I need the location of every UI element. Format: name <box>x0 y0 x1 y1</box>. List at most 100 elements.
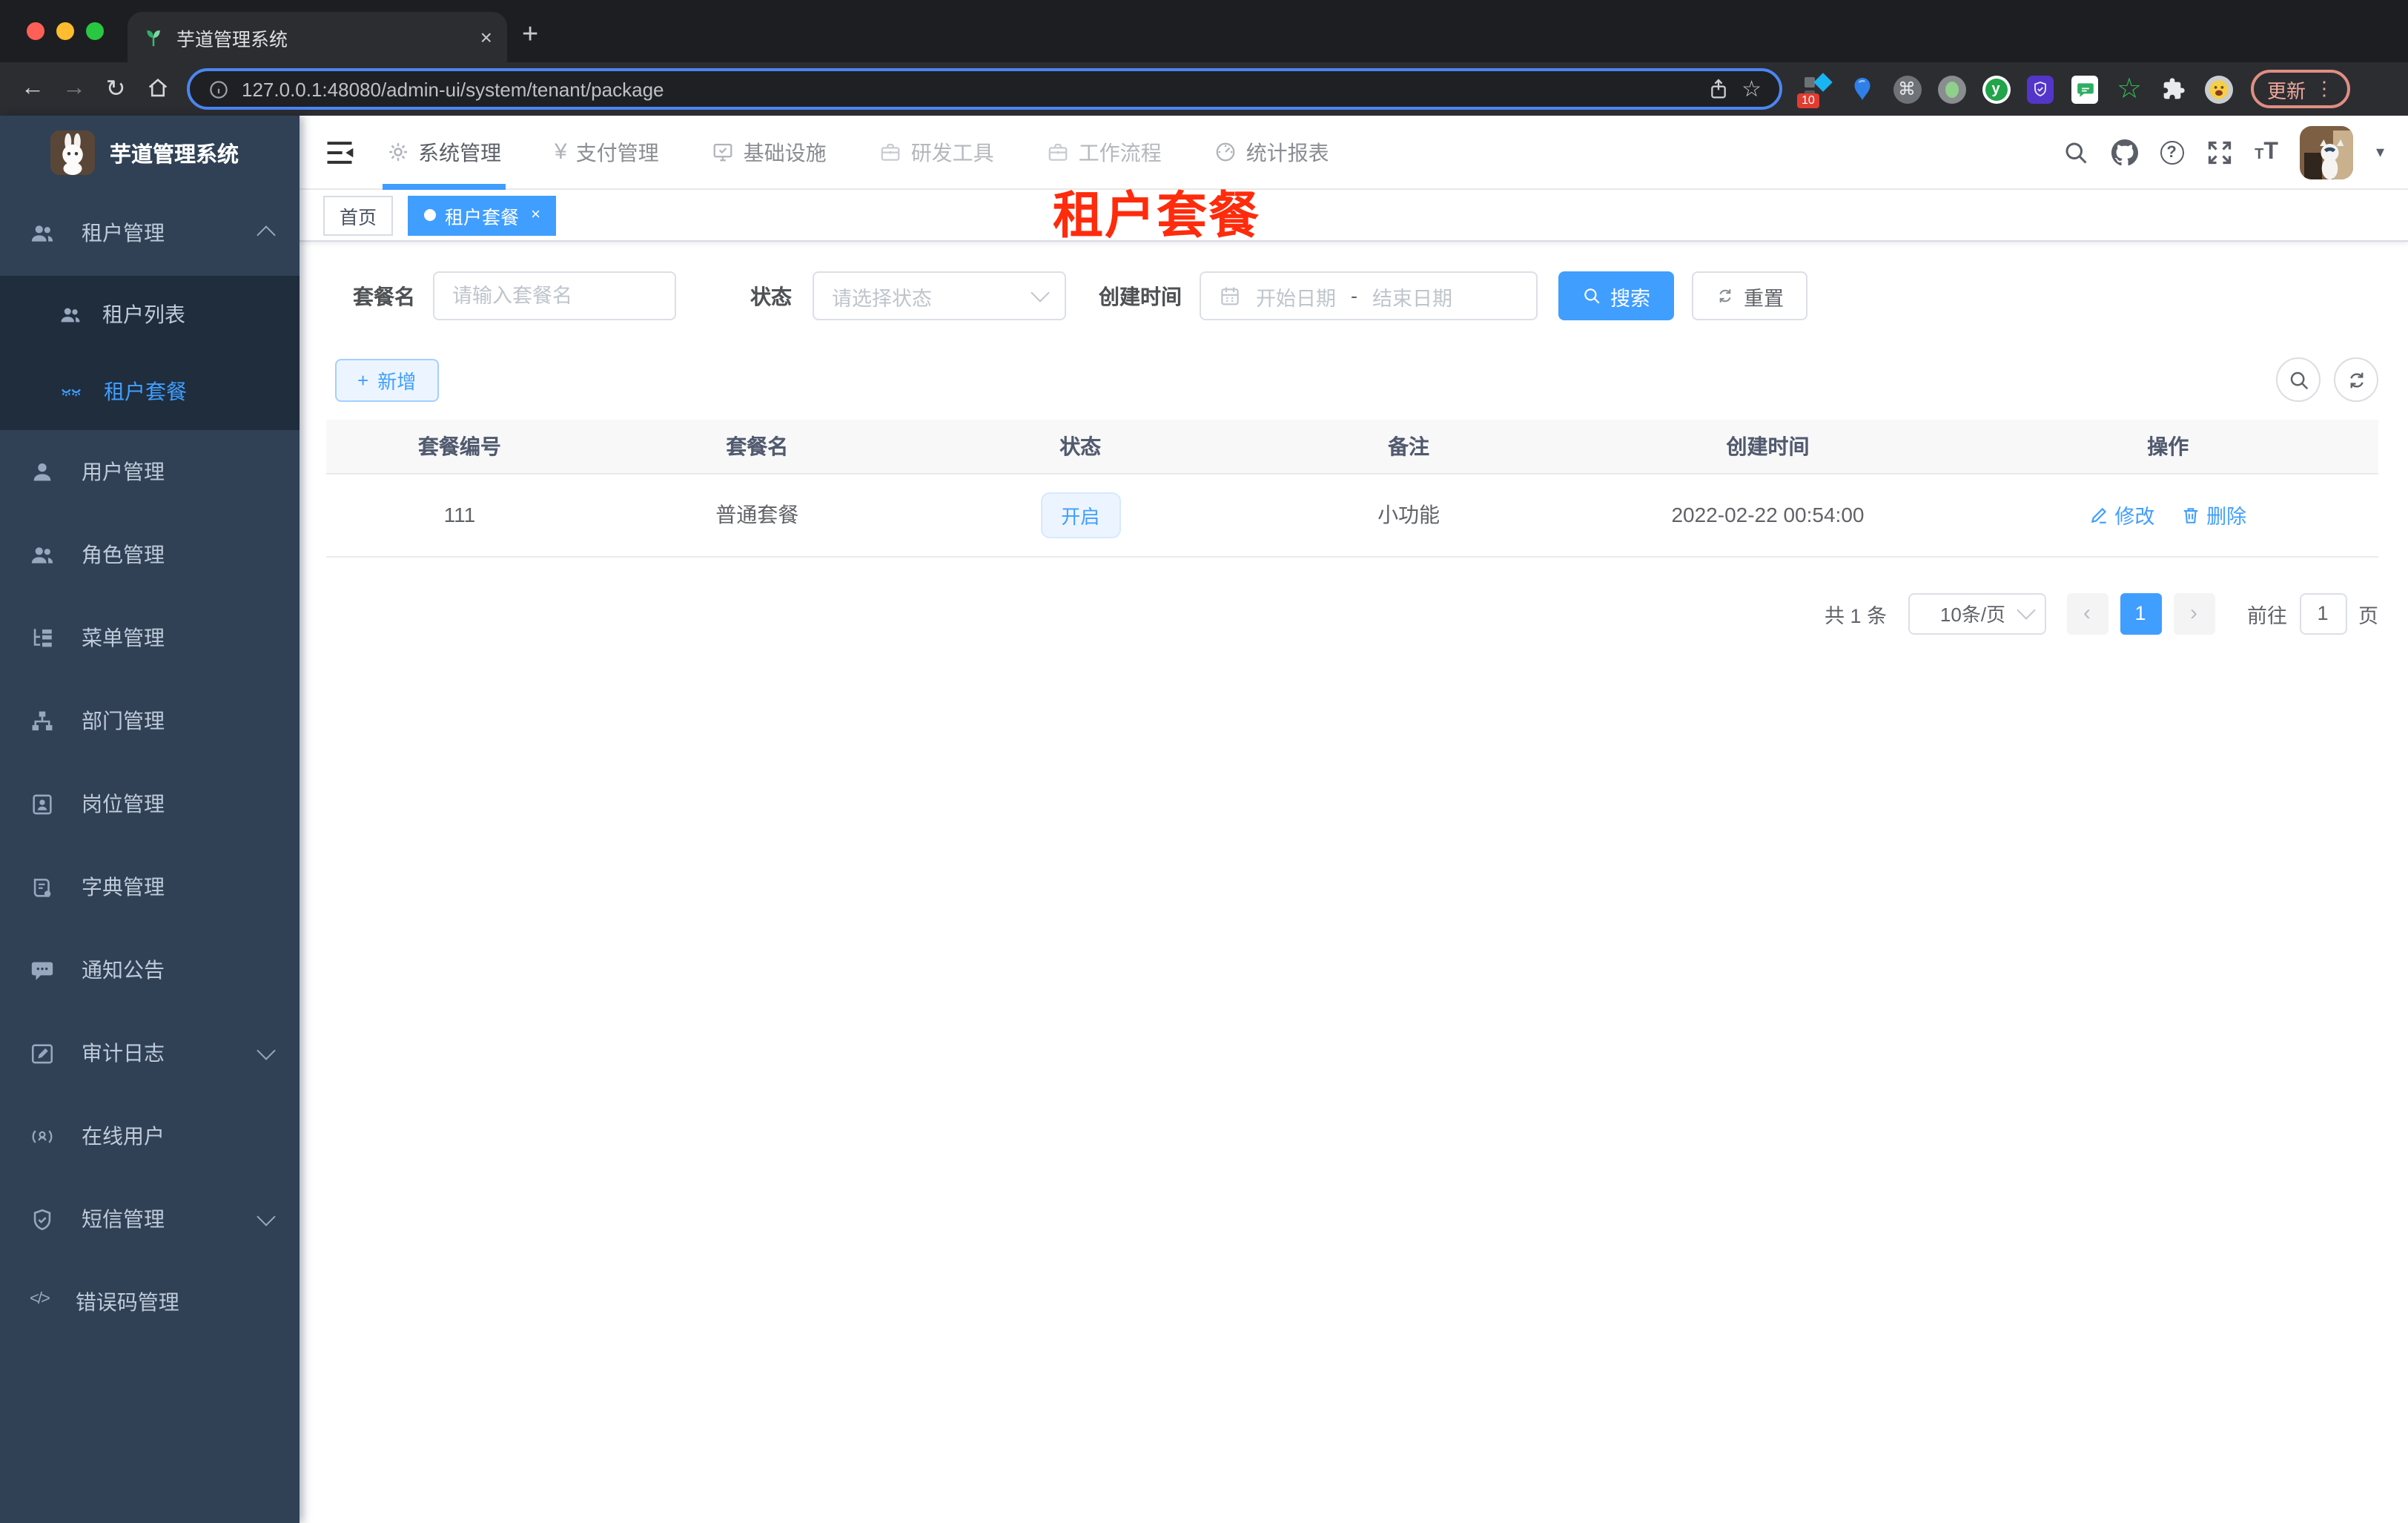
extension-command-icon[interactable]: ⌘ <box>1892 74 1922 104</box>
extension-balloon-icon[interactable] <box>1848 74 1877 104</box>
tag-home[interactable]: 首页 <box>323 195 394 235</box>
add-button[interactable]: + 新增 <box>335 358 439 401</box>
sidebar-item-department-management[interactable]: 部门管理 <box>0 679 300 762</box>
url-text[interactable]: 127.0.0.1:48080/admin-ui/system/tenant/p… <box>242 78 1694 100</box>
refresh-table-button[interactable] <box>2334 357 2378 402</box>
refresh-icon <box>2345 369 2367 391</box>
home-icon <box>145 76 170 102</box>
fullscreen-icon[interactable] <box>2206 139 2232 165</box>
sidebar-item-notice-announcement[interactable]: 通知公告 <box>0 928 300 1011</box>
edit-link[interactable]: 修改 <box>2089 500 2154 529</box>
window-minimize-button[interactable] <box>56 22 74 40</box>
nav-item-statistics-report[interactable]: 统计报表 <box>1211 115 1334 189</box>
extension-blue-diamond-icon[interactable]: 10 <box>1797 73 1833 108</box>
package-name-input[interactable] <box>433 271 676 320</box>
url-bar[interactable]: 127.0.0.1:48080/admin-ui/system/tenant/p… <box>187 68 1782 110</box>
extension-puzzle-icon[interactable] <box>2159 74 2189 104</box>
search-icon[interactable] <box>2062 139 2088 165</box>
font-size-icon[interactable]: TT <box>2255 139 2278 165</box>
logo-rabbit-avatar <box>50 131 95 175</box>
tab-close-icon[interactable]: × <box>480 25 492 49</box>
browser-menu-kebab-icon[interactable]: ⋮ <box>2315 77 2334 101</box>
package-name-field[interactable] <box>452 285 657 307</box>
extension-star-icon[interactable]: ☆ <box>2114 74 2144 104</box>
status-label: 状态 <box>750 284 792 308</box>
col-create-time: 创建时间 <box>1578 420 1958 474</box>
chevron-down-icon <box>257 1207 276 1226</box>
reset-button[interactable]: 重置 <box>1692 271 1807 320</box>
sidebar-item-audit-log[interactable]: 审计日志 <box>0 1011 300 1094</box>
sidebar-item-user-management[interactable]: 用户管理 <box>0 430 300 513</box>
app-title: 芋道管理系统 <box>110 143 239 167</box>
sidebar-item-error-code-management[interactable]: </> 错误码管理 <box>0 1261 300 1344</box>
browser-update-button[interactable]: 更新 ⋮ <box>2251 70 2351 108</box>
avatar-caret-down-icon[interactable]: ▾ <box>2376 142 2384 162</box>
chevron-up-icon <box>257 225 276 245</box>
date-range-picker[interactable]: 开始日期 - 结束日期 <box>1200 271 1538 320</box>
broadcast-user-icon <box>30 1123 55 1149</box>
sidebar-item-tenant-list[interactable]: 租户列表 <box>0 276 300 353</box>
github-icon[interactable] <box>2111 139 2137 165</box>
tag-tenant-package[interactable]: 租户套餐 × <box>408 195 557 235</box>
bookmark-star-icon[interactable]: ☆ <box>1742 76 1762 102</box>
cell-create-time: 2022-02-22 00:54:00 <box>1578 473 1958 557</box>
extension-y-icon[interactable]: y <box>1981 74 2011 104</box>
nav-item-infrastructure[interactable]: 基础设施 <box>708 115 831 189</box>
site-info-icon[interactable] <box>208 78 230 100</box>
col-package-name: 套餐名 <box>592 420 922 474</box>
browser-tab[interactable]: 芋道管理系统 × <box>128 12 507 62</box>
window-zoom-button[interactable] <box>86 22 104 40</box>
nav-item-workflow[interactable]: 工作流程 <box>1043 115 1166 189</box>
sidebar-item-role-management[interactable]: 角色管理 <box>0 513 300 596</box>
user-icon <box>30 459 55 484</box>
message-icon <box>30 957 55 982</box>
sidebar-item-tenant-package[interactable]: 租户套餐 <box>0 353 300 430</box>
toolbox-icon <box>1048 141 1070 163</box>
toolbox-icon <box>880 141 902 163</box>
create-time-label: 创建时间 <box>1099 284 1182 308</box>
sidebar-item-sms-management[interactable]: 短信管理 <box>0 1177 300 1261</box>
prev-page-button[interactable]: ‹ <box>2066 592 2108 634</box>
new-tab-button[interactable]: + <box>522 18 538 53</box>
status-badge[interactable]: 开启 <box>1040 492 1121 538</box>
back-button[interactable]: ← <box>12 76 53 102</box>
help-icon[interactable]: ? <box>2160 140 2184 164</box>
extension-green-dot-icon[interactable] <box>1936 74 1966 104</box>
table-row: 111 普通套餐 开启 小功能 2022-02-22 00:54:00 修改 删… <box>326 473 2378 557</box>
share-icon[interactable] <box>1706 77 1730 101</box>
app-logo[interactable]: 芋道管理系统 <box>0 116 300 190</box>
extension-chat-icon[interactable] <box>2070 74 2100 104</box>
filter-form: 套餐名 状态 请选择状态 创建时间 开始日期 - 结束日期 <box>326 271 2378 320</box>
next-page-button[interactable]: › <box>2173 592 2214 634</box>
page-size-select[interactable]: 10条/页 <box>1908 592 2045 634</box>
extension-shield-icon[interactable] <box>2025 74 2055 104</box>
tag-close-icon[interactable]: × <box>531 206 540 224</box>
sidebar-collapse-icon[interactable] <box>323 136 356 168</box>
sidebar-item-dictionary-management[interactable]: 字典管理 <box>0 845 300 928</box>
app-header: 系统管理 ¥ 支付管理 基础设施 研发工具 工作流程 统计报表 ? TT ▾ <box>300 116 2408 190</box>
home-button[interactable] <box>136 76 178 102</box>
goto-page-input[interactable] <box>2299 592 2346 634</box>
show-search-button[interactable] <box>2276 357 2321 402</box>
shield-check-icon <box>30 1206 55 1232</box>
search-button[interactable]: 搜索 <box>1558 271 1674 320</box>
sidebar-item-menu-management[interactable]: 菜单管理 <box>0 596 300 679</box>
total-count: 共 1 条 <box>1824 604 1887 627</box>
window-controls <box>27 22 104 40</box>
trash-icon <box>2181 505 2200 524</box>
nav-item-system-management[interactable]: 系统管理 <box>383 115 506 189</box>
extension-emoji-icon[interactable] <box>2203 74 2233 104</box>
sidebar-item-tenant-management[interactable]: 租户管理 <box>0 190 300 276</box>
nav-item-payment-management[interactable]: ¥ 支付管理 <box>550 115 664 189</box>
delete-link[interactable]: 删除 <box>2181 500 2246 529</box>
status-select[interactable]: 请选择状态 <box>813 271 1066 320</box>
nav-item-dev-tools[interactable]: 研发工具 <box>876 115 999 189</box>
col-remark: 备注 <box>1239 420 1578 474</box>
reload-button[interactable]: ↻ <box>95 74 136 104</box>
sidebar-item-online-users[interactable]: 在线用户 <box>0 1094 300 1177</box>
current-page-button[interactable]: 1 <box>2120 592 2161 634</box>
forward-button[interactable]: → <box>53 76 95 102</box>
window-close-button[interactable] <box>27 22 44 40</box>
user-avatar[interactable] <box>2300 125 2354 179</box>
sidebar-item-post-management[interactable]: 岗位管理 <box>0 762 300 845</box>
